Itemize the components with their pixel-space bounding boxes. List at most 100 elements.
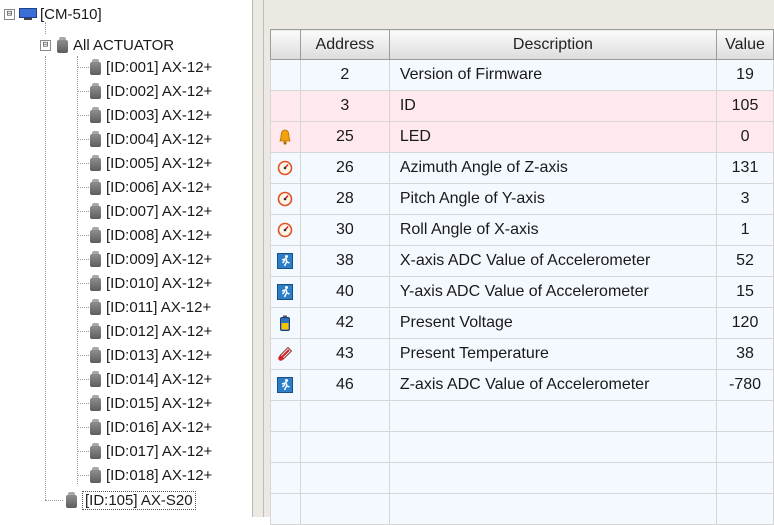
table-row[interactable]: 46 Z-axis ADC Value of Accelerometer -780 bbox=[270, 369, 774, 401]
collapse-expander[interactable]: ⊟ bbox=[4, 8, 15, 20]
actuator-icon bbox=[90, 275, 101, 291]
tree-node-label: [ID:011] AX-12+ bbox=[106, 298, 212, 316]
address-cell: 3 bbox=[299, 90, 390, 122]
value-cell[interactable]: 131 bbox=[716, 152, 774, 184]
table-row[interactable]: 40 Y-axis ADC Value of Accelerometer 15 bbox=[270, 276, 774, 308]
value-cell[interactable]: 19 bbox=[716, 59, 774, 91]
tree-node-actuator[interactable]: [ID:014] AX-12+ bbox=[90, 368, 212, 390]
tree-node-label: [ID:008] AX-12+ bbox=[106, 226, 213, 244]
header-value[interactable]: Value bbox=[716, 29, 774, 60]
description-cell: Y-axis ADC Value of Accelerometer bbox=[388, 276, 718, 308]
table-row[interactable]: 30 Roll Angle of X-axis 1 bbox=[270, 214, 774, 246]
runner-icon bbox=[277, 252, 294, 269]
description-cell: Pitch Angle of Y-axis bbox=[388, 183, 718, 215]
row-icon-cell bbox=[270, 245, 301, 277]
value-cell[interactable]: 0 bbox=[716, 121, 774, 153]
empty-row bbox=[270, 400, 774, 432]
tree-node-label: [ID:013] AX-12+ bbox=[106, 346, 213, 364]
row-icon-cell bbox=[270, 214, 301, 246]
empty-row bbox=[270, 462, 774, 494]
table-row[interactable]: 3 ID 105 bbox=[270, 90, 774, 122]
tree-node-label: [ID:005] AX-12+ bbox=[106, 154, 213, 172]
tree-node-actuator[interactable]: [ID:009] AX-12+ bbox=[90, 248, 212, 270]
tree-node-label: [ID:105] AX-S20 bbox=[82, 490, 196, 510]
table-row[interactable]: 2 Version of Firmware 19 bbox=[270, 59, 774, 91]
description-cell: Z-axis ADC Value of Accelerometer bbox=[388, 369, 718, 401]
tree-node-actuator[interactable]: [ID:006] AX-12+ bbox=[90, 176, 212, 198]
actuator-icon bbox=[90, 299, 101, 315]
tree-node-label: [ID:016] AX-12+ bbox=[106, 418, 213, 436]
actuator-icon bbox=[90, 59, 101, 75]
tree-node-actuator[interactable]: [ID:018] AX-12+ bbox=[90, 464, 212, 486]
table-row[interactable]: 43 Present Temperature 38 bbox=[270, 338, 774, 370]
device-tree[interactable]: ⊟ [CM-510] ⊟ All ACTUATOR [ID:001] AX-12… bbox=[0, 0, 253, 517]
table-row[interactable]: 25 LED 0 bbox=[270, 121, 774, 153]
tree-node-actuator[interactable]: [ID:007] AX-12+ bbox=[90, 200, 212, 222]
value-cell[interactable]: 52 bbox=[716, 245, 774, 277]
table-row[interactable]: 28 Pitch Angle of Y-axis 3 bbox=[270, 183, 774, 215]
value-cell[interactable]: 3 bbox=[716, 183, 774, 215]
table-row[interactable]: 42 Present Voltage 120 bbox=[270, 307, 774, 339]
tree-node-actuator[interactable]: [ID:005] AX-12+ bbox=[90, 152, 212, 174]
tree-node-actuator[interactable]: [ID:012] AX-12+ bbox=[90, 320, 212, 342]
controller-icon bbox=[19, 8, 37, 20]
value-cell[interactable]: 105 bbox=[716, 90, 774, 122]
actuator-icon bbox=[90, 179, 101, 195]
tree-node-all-actuator[interactable]: ⊟ All ACTUATOR bbox=[40, 34, 174, 56]
value-cell[interactable]: -780 bbox=[716, 369, 774, 401]
panel-splitter[interactable] bbox=[253, 0, 264, 517]
bell-icon bbox=[277, 129, 293, 145]
tree-node-cm510[interactable]: ⊟ [CM-510] bbox=[4, 3, 102, 25]
address-cell: 2 bbox=[299, 59, 390, 91]
address-cell: 26 bbox=[299, 152, 390, 184]
tree-node-actuator[interactable]: [ID:002] AX-12+ bbox=[90, 80, 212, 102]
value-cell[interactable]: 1 bbox=[716, 214, 774, 246]
sensor-icon bbox=[66, 492, 77, 508]
tree-node-label: [ID:015] AX-12+ bbox=[106, 394, 213, 412]
actuator-icon bbox=[90, 467, 101, 483]
tree-node-actuator[interactable]: [ID:017] AX-12+ bbox=[90, 440, 212, 462]
row-icon-cell bbox=[270, 90, 301, 122]
tree-node-label: [ID:014] AX-12+ bbox=[106, 370, 213, 388]
description-cell: Present Temperature bbox=[388, 338, 718, 370]
runner-icon bbox=[277, 283, 294, 300]
actuator-icon bbox=[90, 443, 101, 459]
row-icon-cell bbox=[270, 59, 301, 91]
header-address[interactable]: Address bbox=[299, 29, 390, 60]
actuator-group-icon bbox=[57, 37, 68, 53]
tree-node-actuator[interactable]: [ID:011] AX-12+ bbox=[90, 296, 211, 318]
address-cell: 38 bbox=[299, 245, 390, 277]
description-cell: X-axis ADC Value of Accelerometer bbox=[388, 245, 718, 277]
tree-node-actuator[interactable]: [ID:010] AX-12+ bbox=[90, 272, 212, 294]
table-row[interactable]: 38 X-axis ADC Value of Accelerometer 52 bbox=[270, 245, 774, 277]
tree-node-label: All ACTUATOR bbox=[73, 36, 175, 54]
battery-icon bbox=[277, 315, 293, 331]
tree-node-actuator[interactable]: [ID:015] AX-12+ bbox=[90, 392, 212, 414]
tree-node-actuator[interactable]: [ID:003] AX-12+ bbox=[90, 104, 212, 126]
address-cell: 42 bbox=[299, 307, 390, 339]
tree-node-actuator[interactable]: [ID:013] AX-12+ bbox=[90, 344, 212, 366]
tree-node-sensor[interactable]: [ID:105] AX-S20 bbox=[66, 489, 196, 511]
header-description[interactable]: Description bbox=[388, 29, 718, 60]
tree-node-actuator[interactable]: [ID:008] AX-12+ bbox=[90, 224, 212, 246]
tree-node-actuator[interactable]: [ID:016] AX-12+ bbox=[90, 416, 212, 438]
tree-node-actuator[interactable]: [ID:001] AX-12+ bbox=[90, 56, 212, 78]
collapse-expander[interactable]: ⊟ bbox=[40, 39, 51, 51]
tree-node-label: [ID:007] AX-12+ bbox=[106, 202, 213, 220]
actuator-icon bbox=[90, 371, 101, 387]
actuator-icon bbox=[90, 419, 101, 435]
tree-node-label: [ID:017] AX-12+ bbox=[106, 442, 213, 460]
control-table: Address Description Value 2 Version of Fi… bbox=[270, 29, 774, 525]
address-cell: 30 bbox=[299, 214, 390, 246]
value-cell[interactable]: 120 bbox=[716, 307, 774, 339]
row-icon-cell bbox=[270, 183, 301, 215]
tree-node-label: [ID:010] AX-12+ bbox=[106, 274, 213, 292]
actuator-icon bbox=[90, 107, 101, 123]
value-cell[interactable]: 15 bbox=[716, 276, 774, 308]
actuator-icon bbox=[90, 131, 101, 147]
empty-row bbox=[270, 431, 774, 463]
actuator-icon bbox=[90, 251, 101, 267]
tree-node-actuator[interactable]: [ID:004] AX-12+ bbox=[90, 128, 212, 150]
value-cell[interactable]: 38 bbox=[716, 338, 774, 370]
table-row[interactable]: 26 Azimuth Angle of Z-axis 131 bbox=[270, 152, 774, 184]
